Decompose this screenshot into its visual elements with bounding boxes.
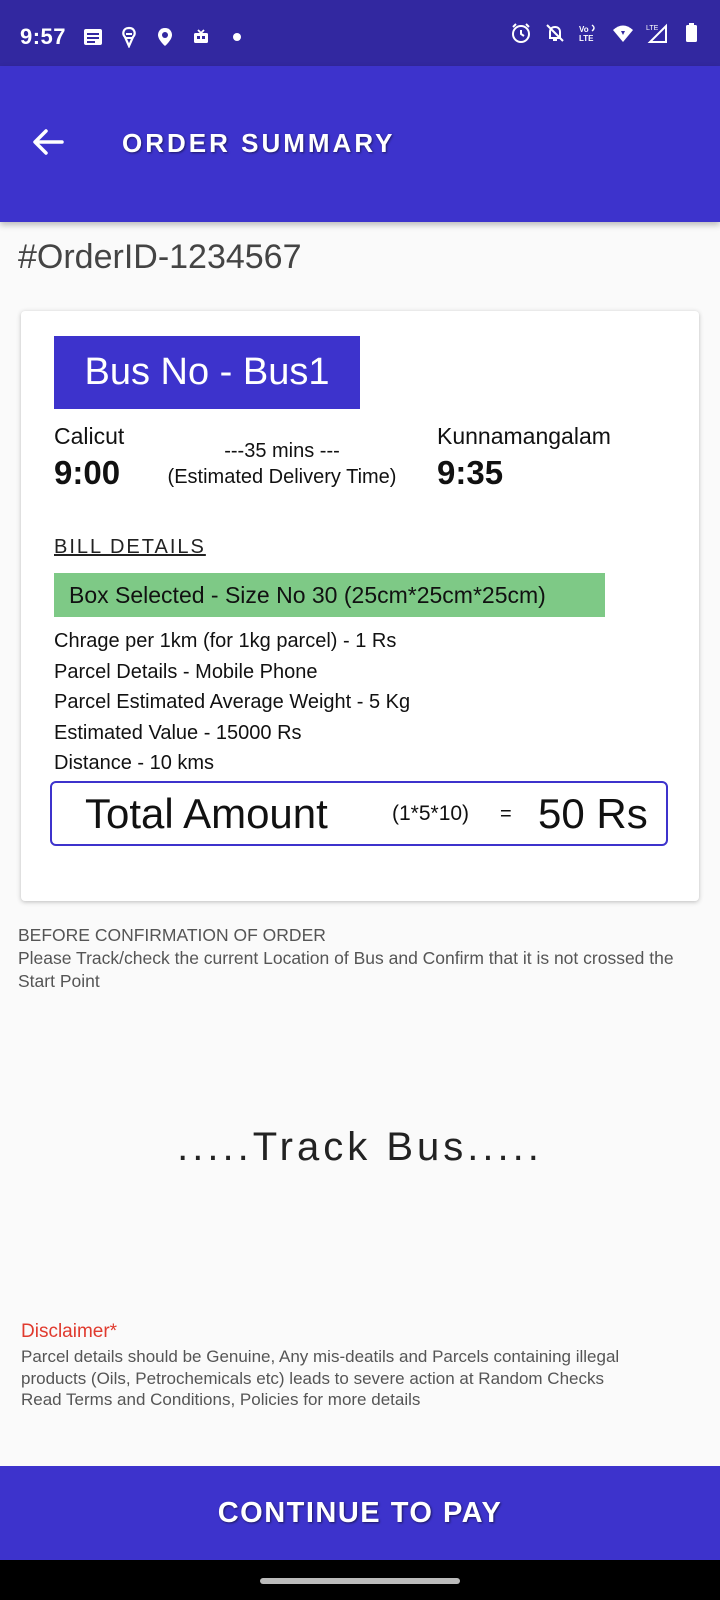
volte-icon: VoLTE bbox=[579, 24, 595, 43]
total-amount-label: Total Amount bbox=[85, 790, 328, 837]
app-bar: ORDER SUMMARY bbox=[0, 66, 720, 222]
svg-text:Vo: Vo bbox=[579, 25, 589, 34]
bill-line-value: Estimated Value - 15000 Rs bbox=[54, 721, 302, 744]
bill-details-heading: BILL DETAILS bbox=[54, 536, 206, 558]
svg-text:LTE: LTE bbox=[579, 34, 594, 43]
order-id: #OrderID-1234567 bbox=[18, 238, 302, 276]
bill-line-weight: Parcel Estimated Average Weight - 5 Kg bbox=[54, 691, 411, 713]
to-time: 9:35 bbox=[437, 454, 504, 491]
location-icon bbox=[158, 28, 172, 46]
disclaimer-text: Parcel details should be Genuine, Any mi… bbox=[21, 1346, 691, 1411]
box-selected-badge: Box Selected - Size No 30 (25cm*25cm*25c… bbox=[54, 573, 605, 617]
network-label: LTE bbox=[646, 25, 659, 32]
dot-icon bbox=[233, 33, 241, 41]
bill-line-charge: Chrage per 1km (for 1kg parcel) - 1 Rs bbox=[54, 630, 397, 652]
arrow-left-icon[interactable] bbox=[28, 122, 68, 162]
disclaimer-line: Parcel details should be Genuine, Any mi… bbox=[21, 1347, 620, 1366]
total-formula: (1*5*10) bbox=[392, 802, 470, 825]
navigation-bar bbox=[0, 1560, 720, 1600]
home-gesture-handle[interactable] bbox=[260, 1578, 460, 1584]
status-bar: 9:57 Vo LTE LTE bbox=[0, 0, 720, 66]
status-time: 9:57 bbox=[20, 24, 67, 49]
notifications-off-icon bbox=[546, 24, 564, 42]
confirmation-note: BEFORE CONFIRMATION OF ORDER Please Trac… bbox=[18, 924, 698, 993]
swiggy-icon bbox=[122, 26, 136, 48]
page-title: ORDER SUMMARY bbox=[122, 128, 396, 158]
to-city: Kunnamangalam bbox=[437, 423, 611, 449]
alarm-icon bbox=[512, 23, 530, 43]
disclaimer-line: products (Oils, Petrochemicals etc) lead… bbox=[21, 1368, 604, 1388]
trip-duration: ---35 mins --- bbox=[224, 440, 340, 462]
message-icon bbox=[84, 29, 102, 45]
disclaimer-title: Disclaimer* bbox=[21, 1321, 118, 1342]
disclaimer-terms-link[interactable]: Read Terms and Conditions, Policies for … bbox=[21, 1389, 691, 1411]
total-amount-box: Total Amount (1*5*10) = 50 Rs bbox=[50, 781, 668, 846]
from-city: Calicut bbox=[54, 423, 125, 449]
bus-number-badge: Bus No - Bus1 bbox=[54, 336, 360, 409]
battery-icon bbox=[686, 23, 697, 42]
bill-lines: Chrage per 1km (for 1kg parcel) - 1 Rs P… bbox=[54, 626, 410, 779]
from-time: 9:00 bbox=[54, 454, 121, 491]
signal-icon: LTE bbox=[646, 23, 667, 43]
confirmation-note-title: BEFORE CONFIRMATION OF ORDER bbox=[18, 925, 326, 945]
continue-to-pay-button[interactable]: CONTINUE TO PAY bbox=[0, 1466, 720, 1560]
media-icon bbox=[194, 29, 208, 43]
total-equals: = bbox=[500, 803, 512, 825]
confirmation-note-text: Please Track/check the current Location … bbox=[18, 948, 674, 991]
status-right-icons: Vo LTE LTE bbox=[510, 22, 702, 44]
order-card: Bus No - Bus1 Calicut 9:00 ---35 mins --… bbox=[21, 311, 699, 901]
bill-line-distance: Distance - 10 kms bbox=[54, 752, 215, 774]
total-amount-value: 50 Rs bbox=[538, 790, 648, 837]
track-bus-button[interactable]: .....Track Bus..... bbox=[0, 1125, 720, 1170]
bill-line-parcel-details: Parcel Details - Mobile Phone bbox=[54, 660, 318, 683]
status-left-icons bbox=[82, 26, 248, 48]
eta-label: (Estimated Delivery Time) bbox=[167, 466, 397, 488]
wifi-icon bbox=[613, 25, 633, 42]
